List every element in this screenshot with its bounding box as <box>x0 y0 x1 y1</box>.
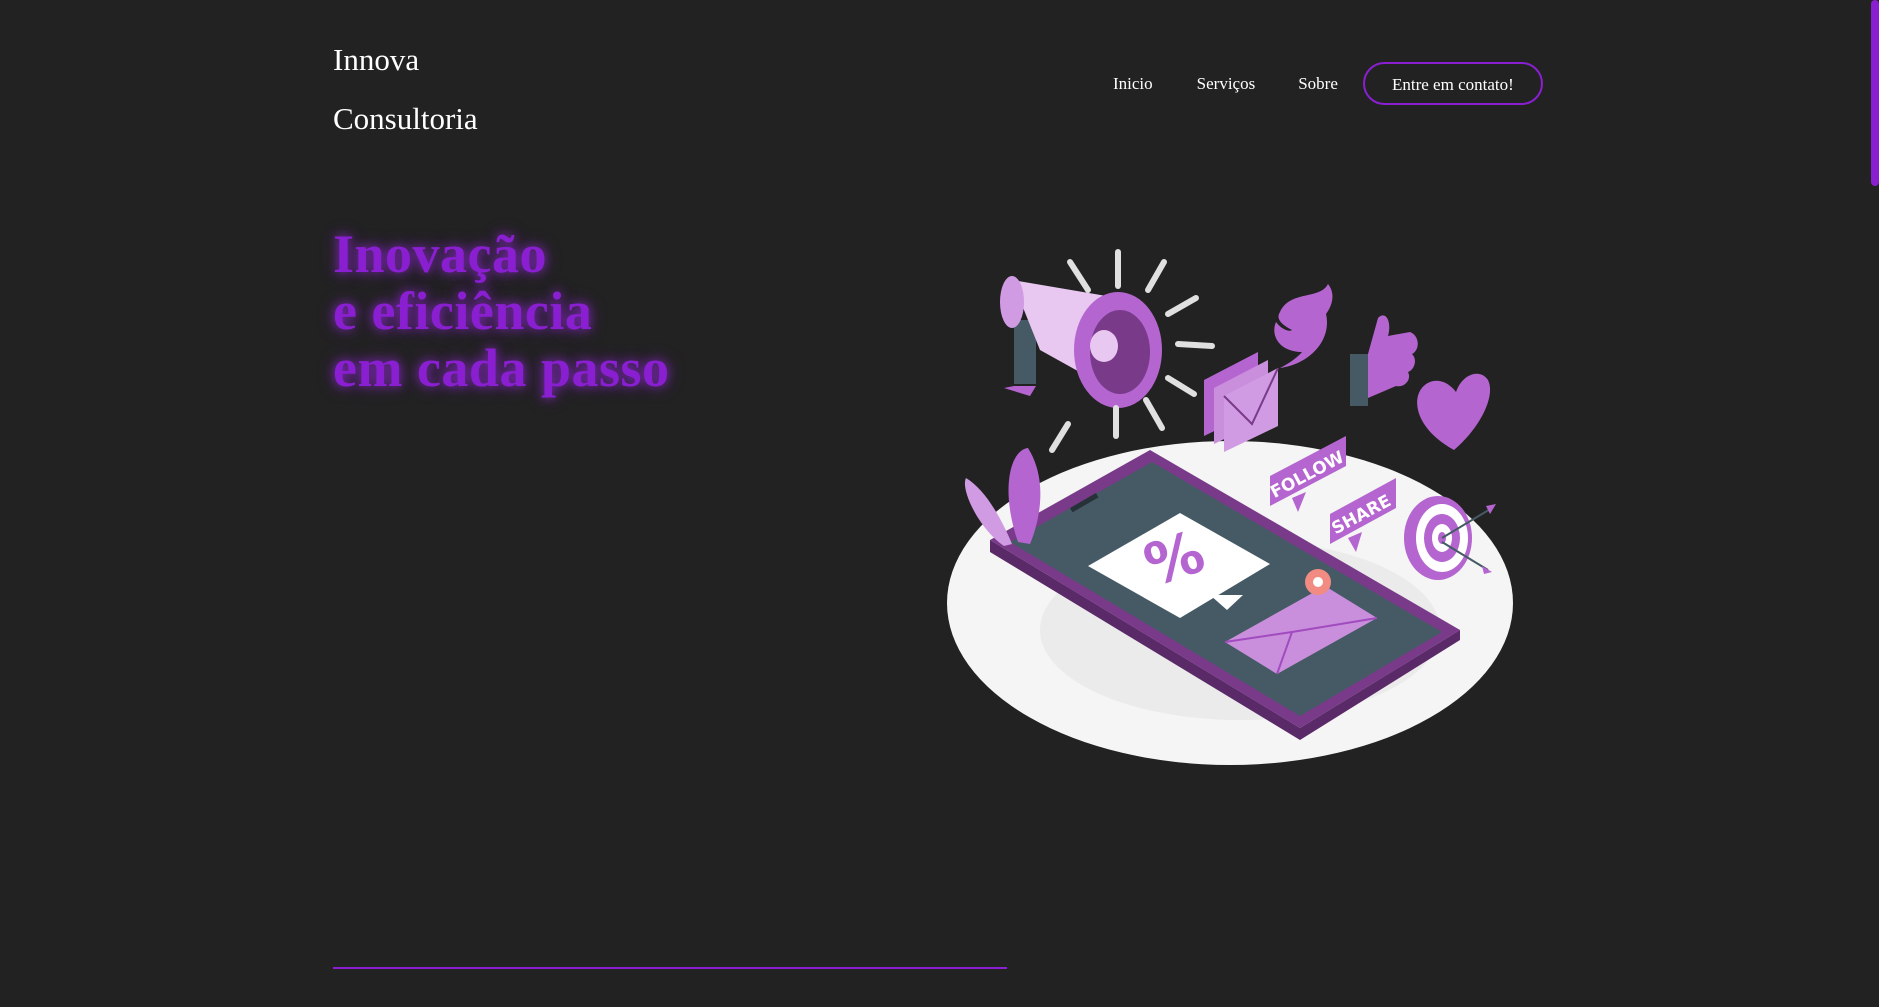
twitter-bird-icon <box>1274 284 1333 368</box>
mail-stack-icon <box>1204 352 1279 452</box>
nav-link-servicos[interactable]: Serviços <box>1197 74 1256 94</box>
scrollbar-thumb[interactable] <box>1871 0 1879 186</box>
nav-link-inicio[interactable]: Inicio <box>1113 74 1153 94</box>
nav-link-sobre[interactable]: Sobre <box>1298 74 1338 94</box>
hero-heading: Inovação e eficiência em cada passo <box>333 226 670 397</box>
hero-line-2: e eficiência <box>333 281 593 341</box>
contact-button[interactable]: Entre em contato! <box>1362 62 1543 105</box>
hero-line-3: em cada passo <box>333 338 670 398</box>
main-nav: Inicio Serviços Sobre Entre em contato! <box>1113 62 1543 105</box>
hero-line-1: Inovação <box>333 224 548 284</box>
brand-line-2: Consultoria <box>333 101 478 136</box>
brand-line-1: Innova <box>333 42 420 77</box>
thumbs-up-icon <box>1350 315 1418 406</box>
section-divider <box>333 967 1007 969</box>
megaphone-icon <box>1000 276 1162 408</box>
marketing-illustration: % FOLLOW SHARE <box>947 249 1513 765</box>
heart-icon <box>1417 373 1491 450</box>
brand-logo[interactable]: Innova Consultoria <box>333 30 478 148</box>
